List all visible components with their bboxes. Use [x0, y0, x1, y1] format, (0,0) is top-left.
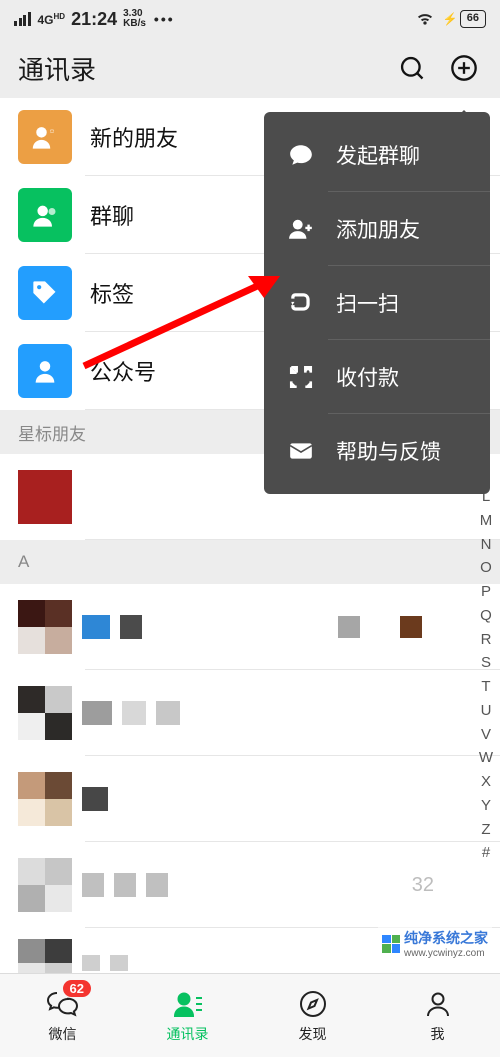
- tab-label: 发现: [299, 1024, 327, 1044]
- menu-label: 收付款: [336, 362, 399, 392]
- menu-add-friend[interactable]: 添加朋友: [264, 192, 490, 266]
- redacted-text: [82, 787, 108, 811]
- menu-label: 发起群聊: [336, 140, 420, 170]
- menu-start-group-chat[interactable]: 发起群聊: [264, 118, 490, 192]
- index-letter[interactable]: T: [481, 678, 490, 697]
- menu-label: 帮助与反馈: [336, 436, 441, 466]
- add-button[interactable]: [446, 50, 482, 86]
- index-letter[interactable]: Y: [481, 797, 491, 816]
- menu-label: 扫一扫: [336, 288, 399, 318]
- wifi-icon: [415, 10, 435, 29]
- redacted-text: [122, 701, 146, 725]
- index-letter[interactable]: O: [480, 559, 492, 578]
- menu-label: 添加朋友: [336, 214, 420, 244]
- data-rate: 3.30KB/s: [123, 9, 146, 29]
- add-menu-popover: 发起群聊 添加朋友 扫一扫 收付款 帮助与反馈: [264, 112, 490, 494]
- status-time: 21:24: [71, 9, 117, 30]
- shortcut-label: 公众号: [90, 355, 156, 387]
- avatar: [18, 858, 72, 912]
- redacted-text: [120, 615, 142, 639]
- group-chat-icon: [31, 201, 59, 229]
- redacted-text: [82, 701, 112, 725]
- add-friend-icon: [286, 214, 316, 244]
- new-friends-icon: [31, 123, 59, 151]
- redacted-text: [338, 616, 360, 638]
- tab-label: 通讯录: [167, 1024, 209, 1044]
- redacted-text: [82, 615, 110, 639]
- index-letter[interactable]: U: [481, 702, 492, 721]
- mail-icon: [286, 436, 316, 466]
- index-letter[interactable]: M: [480, 512, 493, 531]
- tab-label: 微信: [49, 1024, 77, 1044]
- contact-row[interactable]: [0, 756, 500, 842]
- index-letter[interactable]: S: [481, 654, 491, 673]
- avatar: [18, 600, 72, 654]
- partial-number: 32: [412, 874, 434, 897]
- watermark: 纯净系统之家 www.ycwinyz.com: [378, 926, 492, 961]
- tab-me[interactable]: 我: [375, 974, 500, 1057]
- unread-badge: 62: [63, 980, 91, 997]
- shortcut-label: 群聊: [90, 199, 134, 231]
- index-letter[interactable]: Z: [481, 821, 490, 840]
- index-letter[interactable]: W: [479, 749, 493, 768]
- avatar: [18, 686, 72, 740]
- battery-indicator: ⚡ 66: [443, 10, 486, 27]
- plus-circle-icon: [450, 54, 478, 82]
- page-header: 通讯录: [0, 38, 500, 98]
- official-account-icon: [31, 357, 59, 385]
- index-letter[interactable]: N: [481, 536, 492, 555]
- redacted-text: [110, 955, 128, 971]
- contact-row[interactable]: 32: [0, 842, 500, 928]
- index-letter[interactable]: R: [481, 631, 492, 650]
- tab-discover[interactable]: 发现: [250, 974, 375, 1057]
- status-bar: 4GHD 21:24 3.30KB/s ••• ⚡ 66: [0, 0, 500, 38]
- pay-icon: [286, 362, 316, 392]
- watermark-logo-icon: [382, 935, 400, 953]
- redacted-text: [156, 701, 180, 725]
- redacted-text: [114, 873, 136, 897]
- me-icon: [421, 988, 455, 1020]
- tab-contacts[interactable]: 通讯录: [125, 974, 250, 1057]
- tab-label: 我: [431, 1024, 445, 1044]
- chat-bubble-icon: [286, 140, 316, 170]
- redacted-text: [146, 873, 168, 897]
- menu-payment[interactable]: 收付款: [264, 340, 490, 414]
- menu-scan[interactable]: 扫一扫: [264, 266, 490, 340]
- avatar: [18, 470, 72, 524]
- alphabet-index[interactable]: L M N O P Q R S T U V W X Y Z #: [476, 488, 496, 957]
- tab-chats[interactable]: 62 微信: [0, 974, 125, 1057]
- menu-help-feedback[interactable]: 帮助与反馈: [264, 414, 490, 488]
- tab-bar: 62 微信 通讯录 发现 我: [0, 973, 500, 1057]
- charging-icon: ⚡: [443, 12, 458, 26]
- more-status-icon: •••: [154, 11, 175, 27]
- redacted-text: [82, 955, 100, 971]
- index-letter[interactable]: X: [481, 773, 491, 792]
- redacted-text: [82, 873, 104, 897]
- search-button[interactable]: [394, 50, 430, 86]
- search-icon: [398, 54, 426, 82]
- contact-row[interactable]: [0, 584, 500, 670]
- index-letter[interactable]: V: [481, 726, 491, 745]
- page-title: 通讯录: [18, 50, 96, 87]
- avatar: [18, 772, 72, 826]
- redacted-text: [400, 616, 422, 638]
- index-letter[interactable]: P: [481, 583, 491, 602]
- shortcut-label: 新的朋友: [90, 121, 178, 153]
- battery-level: 66: [460, 10, 486, 27]
- contact-row[interactable]: [0, 670, 500, 756]
- section-a: A: [0, 540, 500, 584]
- discover-icon: [296, 988, 330, 1020]
- shortcut-label: 标签: [90, 277, 134, 309]
- index-letter[interactable]: Q: [480, 607, 492, 626]
- signal-bars-icon: [14, 12, 31, 26]
- scan-icon: [286, 288, 316, 318]
- index-letter[interactable]: #: [482, 844, 490, 863]
- tag-icon: [31, 279, 59, 307]
- contacts-icon: [171, 988, 205, 1020]
- network-type: 4GHD: [38, 13, 66, 26]
